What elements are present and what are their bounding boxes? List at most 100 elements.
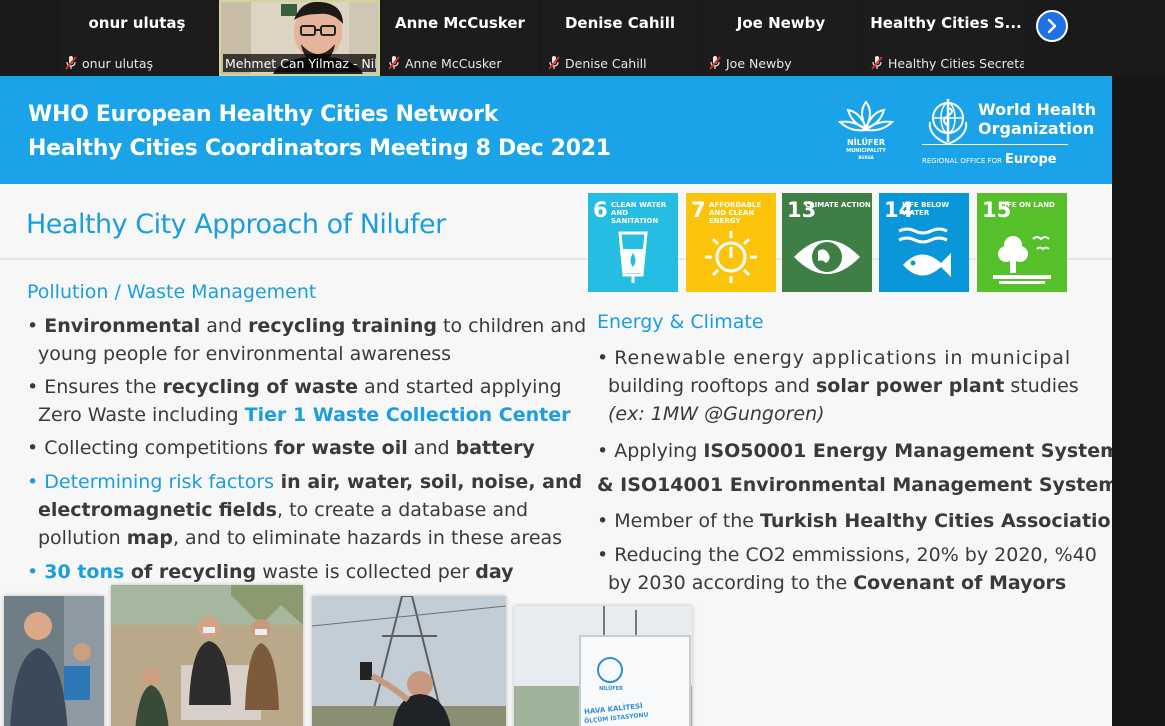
bullet-bold: recycling of waste bbox=[162, 376, 359, 398]
bullet-bold: Turkish Healthy Cities Association bbox=[760, 510, 1112, 532]
sdg-number: 6 bbox=[593, 198, 608, 222]
fish-icon bbox=[898, 227, 951, 277]
sdg-tile-7: 7 AFFORDABLE AND CLEAN ENERGY bbox=[686, 193, 776, 292]
sdg-label: AFFORDABLE AND CLEAN ENERGY bbox=[709, 201, 762, 225]
left-bullet-2: • Ensures the recycling of waste and sta… bbox=[27, 373, 570, 429]
bullet-bold: & ISO14001 Environmental Management Syst… bbox=[597, 474, 1112, 496]
bullet-bold: fields bbox=[218, 499, 277, 521]
participant-name-bar: Anne McCusker bbox=[387, 54, 535, 72]
participant-display-name: Healthy Cities S... bbox=[870, 14, 1022, 32]
bullet-bold: Covenant of Mayors bbox=[853, 572, 1067, 594]
participant-name-bar: onur ulutaş bbox=[64, 54, 212, 72]
left-bullet-5: • 30 tons of recycling waste is collecte… bbox=[27, 558, 514, 586]
who-region-small: REGIONAL OFFICE FOR bbox=[922, 157, 1002, 165]
slide-title: Healthy City Approach of Nilufer bbox=[26, 209, 446, 240]
bullet-line: • Member of the Turkish Healthy Cities A… bbox=[597, 507, 1112, 535]
bullet-bold: for waste oil bbox=[274, 437, 408, 459]
participant-display-name: Anne McCusker bbox=[395, 14, 525, 32]
bullet-text: , and to eliminate hazards in these area… bbox=[172, 527, 563, 549]
meeting-window: onur ulutaş onur ulutaş Mehmet Can Yilma… bbox=[0, 0, 1165, 726]
bullet-bold: Environmental bbox=[44, 315, 201, 337]
participant-name: Anne McCusker bbox=[405, 55, 502, 71]
bullet-line: building rooftops and solar power plant … bbox=[597, 372, 1079, 400]
right-bullet-3: • Member of the Turkish Healthy Cities A… bbox=[597, 507, 1112, 535]
bullet-bold: day bbox=[475, 561, 514, 583]
participant-tile[interactable]: Healthy Cities S... Healthy Cities Secre… bbox=[866, 0, 1026, 76]
banner-title-line2: Healthy Cities Coordinators Meeting 8 De… bbox=[28, 136, 611, 161]
bullet-highlight: 30 tons bbox=[44, 561, 125, 583]
sdg-label: CLEAN WATER AND SANITATION bbox=[611, 201, 667, 225]
participant-tile[interactable]: Denise Cahill Denise Cahill bbox=[543, 0, 697, 76]
next-participants-button[interactable] bbox=[1036, 10, 1068, 42]
bullet-text: by 2030 according to the bbox=[608, 572, 854, 594]
left-bullet-4: • Determining risk factors in air, water… bbox=[27, 468, 582, 552]
who-emblem-icon bbox=[928, 99, 968, 146]
who-wordmark-line2: Organization bbox=[978, 119, 1095, 138]
bullet-line: • Determining risk factors in air, water… bbox=[27, 471, 583, 493]
muted-mic-icon bbox=[870, 55, 884, 71]
bullet-line: by 2030 according to the Covenant of May… bbox=[597, 569, 1097, 597]
right-margin bbox=[1112, 76, 1165, 726]
bullet-text: Reducing the CO2 emmissions, 20% by 2020… bbox=[614, 544, 1097, 566]
bullet-bold: electromagnetic bbox=[38, 499, 213, 521]
bullet-text: Member of the bbox=[614, 510, 761, 532]
bullet-text: building rooftops and bbox=[608, 375, 816, 397]
participant-name: Denise Cahill bbox=[565, 55, 647, 71]
sdg-tile-6: 6 CLEAN WATER AND SANITATION bbox=[588, 193, 678, 292]
bullet-bold: in air, water, soil, noise, and bbox=[274, 471, 583, 493]
tree-birds-icon bbox=[993, 236, 1051, 284]
sdg-label: CLIMATE ACTION bbox=[805, 201, 871, 209]
photo-emf-measurement bbox=[312, 596, 506, 726]
bullet-line: (ex: 1MW @Gungoren) bbox=[597, 400, 1079, 428]
bullet-bold: ISO50001 Energy Management System bbox=[703, 440, 1112, 462]
photo-training bbox=[4, 596, 104, 726]
bullet-line: & ISO14001 Environmental Management Syst… bbox=[597, 471, 1112, 499]
bullet-text: and started applying bbox=[358, 376, 562, 398]
eye-globe-icon bbox=[794, 240, 860, 274]
participant-tile[interactable]: Anne McCusker Anne McCusker bbox=[383, 0, 537, 76]
bullet-text: studies bbox=[1004, 375, 1079, 397]
bullet-italic: (ex: 1MW @Gungoren) bbox=[608, 403, 825, 425]
tier1-center-link: Tier 1 Waste Collection Center bbox=[244, 404, 571, 426]
muted-mic-icon bbox=[387, 55, 401, 71]
pollution-heading: Pollution / Waste Management bbox=[27, 281, 317, 303]
participant-name: Healthy Cities Secreta... bbox=[888, 55, 1024, 71]
energy-heading: Energy & Climate bbox=[597, 311, 764, 333]
bullet-line: • Collecting competitions for waste oil … bbox=[27, 437, 535, 459]
bullet-text: Zero Waste including bbox=[38, 404, 245, 426]
bullet-text: Ensures the bbox=[44, 376, 163, 398]
participant-tile[interactable]: Joe Newby Joe Newby bbox=[704, 0, 858, 76]
water-glass-icon bbox=[618, 231, 648, 283]
shared-slide: WHO European Healthy Cities Network Heal… bbox=[0, 76, 1112, 726]
bullet-text: pollution bbox=[38, 527, 127, 549]
participant-tile[interactable]: onur ulutaş onur ulutaş bbox=[60, 0, 214, 76]
participant-video-tile[interactable]: Mehmet Can Yilmaz - Nil... bbox=[219, 0, 380, 76]
sdg-tile-14: 14 LIFE BELOW WATER bbox=[879, 193, 969, 292]
bullet-line: Zero Waste including Tier 1 Waste Collec… bbox=[27, 401, 570, 429]
who-wordmark: World Health Organization bbox=[978, 100, 1096, 138]
muted-mic-icon bbox=[547, 55, 561, 71]
left-bullet-1: • Environmental and recycling training t… bbox=[27, 312, 586, 368]
participant-name-bar: Joe Newby bbox=[708, 54, 856, 72]
who-wordmark-line1: World Health bbox=[978, 100, 1097, 119]
participant-name-bar: Denise Cahill bbox=[547, 54, 695, 72]
bullet-text: Collecting competitions bbox=[44, 437, 275, 459]
station-logo-text: NİLÜFER bbox=[599, 686, 623, 692]
sdg-tile-13: 13 CLIMATE ACTION bbox=[782, 193, 872, 292]
who-region-big: Europe bbox=[1005, 152, 1057, 167]
bullet-line: • Ensures the recycling of waste and sta… bbox=[27, 376, 562, 398]
slide-banner: WHO European Healthy Cities Network Heal… bbox=[0, 76, 1112, 184]
bullet-line: • Applying ISO50001 Energy Management Sy… bbox=[597, 437, 1112, 465]
sdg-label: LIFE ON LAND bbox=[1000, 201, 1055, 209]
bullet-bold: map bbox=[126, 527, 173, 549]
nilufer-flower-icon bbox=[837, 100, 895, 132]
nilufer-logo-city: BURSA bbox=[858, 155, 874, 160]
bullet-text: Applying bbox=[614, 440, 704, 462]
right-bullet-1: • Renewable energy applications in munic… bbox=[597, 344, 1079, 428]
participant-name-bar: Mehmet Can Yilmaz - Nil... bbox=[223, 54, 376, 72]
muted-mic-icon bbox=[64, 55, 78, 71]
bullet-line: pollution map, and to eliminate hazards … bbox=[27, 524, 582, 552]
bullet-text: to children and bbox=[436, 315, 587, 337]
bullet-line: electromagnetic fields, to create a data… bbox=[27, 496, 582, 524]
bullet-highlight: Determining risk factors bbox=[44, 471, 275, 493]
